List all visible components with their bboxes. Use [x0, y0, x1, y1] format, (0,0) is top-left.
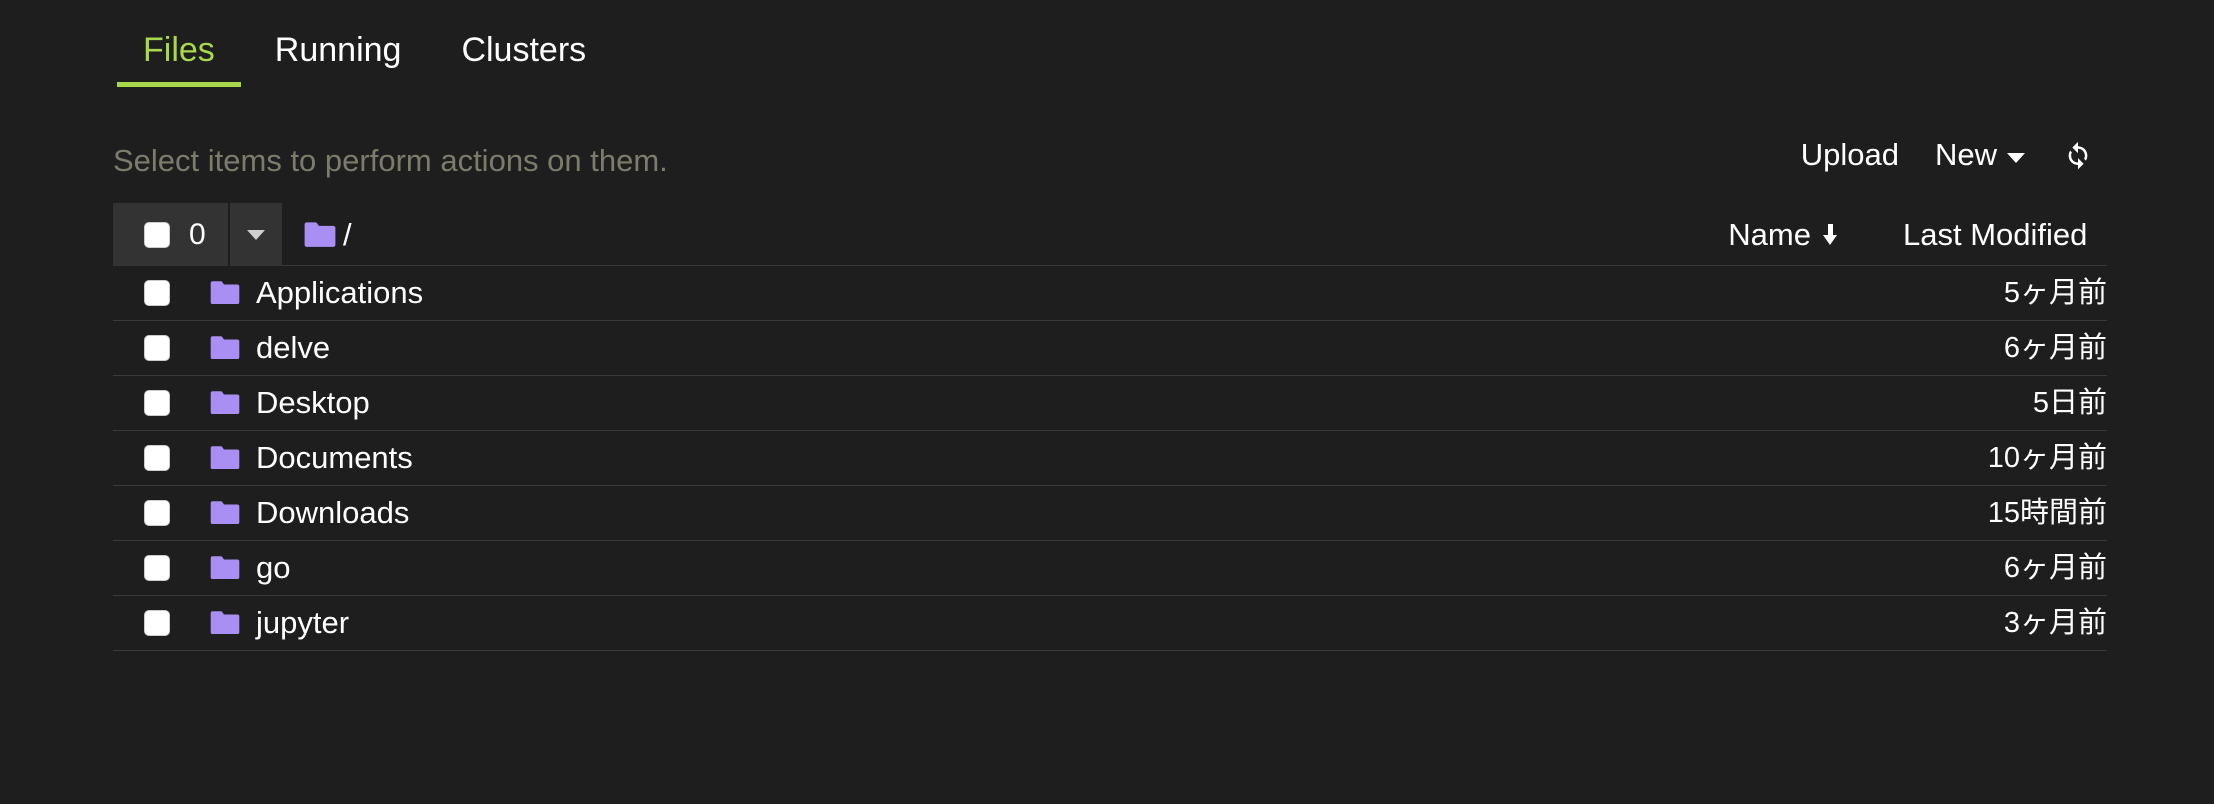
- jupyter-file-browser: Files Running Clusters Select items to p…: [0, 0, 2214, 804]
- breadcrumb: /: [303, 203, 352, 266]
- row-name-link[interactable]: jupyter: [256, 605, 349, 641]
- folder-icon: [209, 610, 241, 636]
- select-all-button[interactable]: 0: [113, 203, 228, 266]
- chevron-down-icon: [2007, 152, 2025, 163]
- file-rows: Applications 5ヶ月前 delve 6ヶ月前 Desktop 5日前 Docum…: [113, 266, 2107, 651]
- column-header-name[interactable]: Name: [1728, 217, 1903, 253]
- row-last-modified: 6ヶ月前: [2003, 552, 2107, 584]
- folder-icon: [304, 221, 336, 247]
- selection-dropdown-button[interactable]: [230, 203, 282, 266]
- table-row[interactable]: Applications 5ヶ月前: [113, 266, 2107, 321]
- selection-button-group: 0: [113, 203, 282, 266]
- row-checkbox[interactable]: [144, 445, 170, 471]
- selected-count: 0: [189, 217, 206, 251]
- tab-running[interactable]: Running: [245, 30, 432, 87]
- breadcrumb-root-path[interactable]: /: [343, 219, 352, 250]
- folder-icon: [209, 280, 241, 306]
- row-name-link[interactable]: Desktop: [256, 385, 370, 421]
- row-checkbox[interactable]: [144, 335, 170, 361]
- upload-button-label: Upload: [1800, 137, 1899, 172]
- refresh-icon: [2068, 141, 2088, 170]
- table-row[interactable]: Documents 10ヶ月前: [113, 431, 2107, 486]
- main-tabs: Files Running Clusters: [113, 30, 616, 87]
- row-checkbox[interactable]: [144, 555, 170, 581]
- row-last-modified: 6ヶ月前: [2003, 332, 2107, 364]
- row-checkbox[interactable]: [144, 610, 170, 636]
- row-last-modified: 3ヶ月前: [2003, 607, 2107, 639]
- column-header-name-label: Name: [1728, 216, 1811, 252]
- column-headers: Name Last Modified: [1728, 203, 2107, 266]
- row-last-modified: 5ヶ月前: [2003, 277, 2107, 309]
- new-dropdown-button[interactable]: New: [1917, 133, 2043, 177]
- row-checkbox[interactable]: [144, 280, 170, 306]
- table-row[interactable]: Downloads 15時間前: [113, 486, 2107, 541]
- row-name-link[interactable]: Downloads: [256, 495, 409, 531]
- file-list-header: 0 / Name Last Modified: [113, 203, 2107, 266]
- new-dropdown-label: New: [1934, 137, 1997, 172]
- sort-descending-icon: [1823, 223, 1837, 246]
- row-last-modified: 5日前: [2032, 387, 2107, 419]
- upload-button[interactable]: Upload: [1783, 133, 1917, 177]
- select-all-checkbox[interactable]: [144, 221, 170, 248]
- row-name-link[interactable]: go: [256, 550, 290, 586]
- row-last-modified: 15時間前: [1987, 497, 2107, 529]
- row-name-link[interactable]: Documents: [256, 440, 413, 476]
- selection-hint-text: Select items to perform actions on them.: [113, 143, 668, 178]
- folder-icon: [209, 335, 241, 361]
- row-checkbox[interactable]: [144, 500, 170, 526]
- folder-icon: [209, 555, 241, 581]
- folder-icon: [209, 445, 241, 471]
- row-checkbox[interactable]: [144, 390, 170, 416]
- row-last-modified: 10ヶ月前: [1987, 442, 2107, 474]
- row-name-link[interactable]: Applications: [256, 275, 423, 311]
- folder-icon: [209, 390, 241, 416]
- refresh-button[interactable]: [2043, 138, 2107, 172]
- tab-files[interactable]: Files: [113, 30, 245, 87]
- table-row[interactable]: Desktop 5日前: [113, 376, 2107, 431]
- row-name-link[interactable]: delve: [256, 330, 330, 366]
- table-row[interactable]: jupyter 3ヶ月前: [113, 596, 2107, 651]
- folder-icon: [209, 500, 241, 526]
- tab-clusters[interactable]: Clusters: [431, 30, 616, 87]
- chevron-down-icon: [247, 229, 265, 240]
- file-actions: Upload New: [1783, 133, 2107, 177]
- column-header-last-modified[interactable]: Last Modified: [1903, 217, 2107, 253]
- table-row[interactable]: go 6ヶ月前: [113, 541, 2107, 596]
- file-list: 0 / Name Last Modified Applications 5ヶ月前…: [113, 203, 2107, 651]
- table-row[interactable]: delve 6ヶ月前: [113, 321, 2107, 376]
